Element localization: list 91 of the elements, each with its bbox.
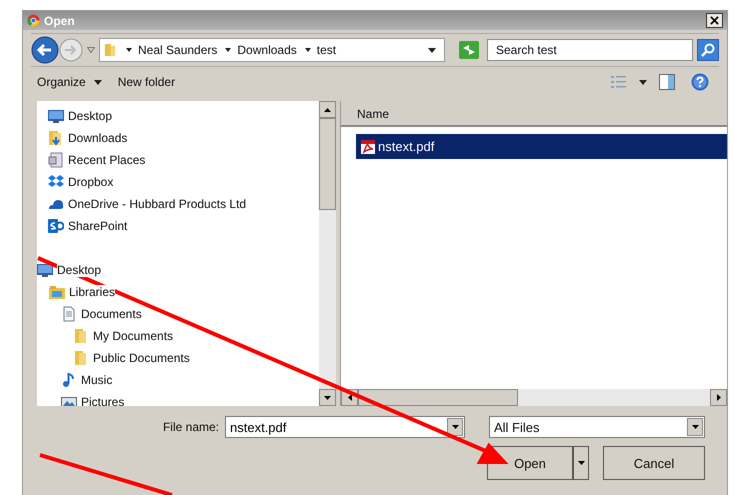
dropdown-button[interactable] <box>687 418 703 436</box>
caret-icon[interactable] <box>126 48 132 52</box>
search-button[interactable] <box>697 39 719 61</box>
nav-label: Pictures <box>81 395 124 406</box>
caret-icon[interactable] <box>304 48 311 52</box>
caret-icon[interactable] <box>639 80 647 84</box>
history-caret-icon[interactable] <box>87 47 95 53</box>
close-button[interactable] <box>706 13 723 28</box>
nav-label: SharePoint <box>68 219 128 233</box>
nav-label: Desktop <box>68 109 112 123</box>
nav-label: Downloads <box>68 131 128 145</box>
sharepoint-icon <box>48 218 64 234</box>
file-name-label: File name: <box>162 420 219 434</box>
close-icon <box>710 16 719 25</box>
caret-icon <box>578 461 584 465</box>
folder-icon <box>73 328 89 344</box>
scroll-down-button[interactable] <box>319 389 336 406</box>
desktop-icon <box>37 262 53 278</box>
refresh-icon <box>459 41 479 59</box>
toolbar-button[interactable]: Organize <box>29 73 110 91</box>
dropdown-caret-icon[interactable] <box>428 48 436 52</box>
scrollbar-thumb[interactable] <box>319 118 336 210</box>
caret-icon <box>452 425 458 429</box>
breadcrumb[interactable]: Downloads <box>237 43 297 57</box>
libraries-icon <box>49 284 65 300</box>
nav-item[interactable]: Desktop <box>37 105 319 127</box>
right-arrow-icon <box>716 394 720 401</box>
nav-item[interactable]: Downloads <box>37 127 319 149</box>
horizontal-scrollbar[interactable] <box>341 389 727 406</box>
scroll-right-button[interactable] <box>710 389 727 406</box>
help-icon[interactable] <box>691 73 709 91</box>
open-button[interactable]: Open <box>487 446 573 480</box>
nav-item[interactable]: SharePoint <box>37 215 319 237</box>
file-row[interactable]: nstext.pdf <box>356 134 727 159</box>
tree-item[interactable]: Libraries <box>37 281 319 303</box>
breadcrumb[interactable]: Neal Saunders <box>138 43 218 57</box>
desktop-icon <box>48 108 64 124</box>
refresh-button[interactable] <box>459 41 479 59</box>
tree-item[interactable]: My Documents <box>37 325 319 347</box>
recent-icon <box>48 152 64 168</box>
file-name-combo-box[interactable]: nstext.pdf <box>225 416 465 438</box>
scrollbar-thumb[interactable] <box>358 389 518 406</box>
pictures-icon <box>61 394 77 406</box>
column-header[interactable]: Name <box>341 101 406 125</box>
vertical-scrollbar[interactable] <box>319 101 336 406</box>
nav-label: Public Documents <box>93 351 190 365</box>
dropdown-button[interactable] <box>447 418 463 436</box>
music-icon <box>61 372 77 388</box>
nav-label: My Documents <box>93 329 174 343</box>
toolbar-button[interactable]: New folder <box>110 73 184 91</box>
file-name-field[interactable]: nstext.pdf <box>226 420 447 434</box>
file-name: nstext.pdf <box>378 139 434 154</box>
folder-icon <box>104 42 116 58</box>
caret-icon <box>692 425 698 429</box>
documents-icon <box>61 306 77 322</box>
up-arrow-icon <box>324 108 331 112</box>
tree-item[interactable]: Desktop <box>37 259 319 281</box>
down-arrow-icon <box>324 396 331 400</box>
tree-item[interactable]: Public Documents <box>37 347 319 369</box>
downloads-icon <box>48 130 64 146</box>
address-bar[interactable]: Neal Saunders Downloads test <box>99 38 445 62</box>
tree-item[interactable]: Documents <box>37 303 319 325</box>
nav-label: Recent Places <box>68 153 146 167</box>
folder-icon <box>73 350 89 366</box>
scroll-up-button[interactable] <box>319 101 336 118</box>
open-menu-button[interactable] <box>573 446 589 480</box>
dropbox-icon <box>48 174 64 190</box>
nav-item[interactable]: Dropbox <box>37 171 319 193</box>
breadcrumb[interactable]: test <box>316 43 336 57</box>
nav-label: Music <box>81 373 112 387</box>
nav-label: Desktop <box>57 263 102 277</box>
preview-pane-icon[interactable] <box>659 74 675 90</box>
app-icon <box>27 14 40 27</box>
nav-label: Dropbox <box>68 175 114 189</box>
window-title: Open <box>44 14 76 28</box>
nav-label: OneDrive - Hubbard Products Ltd <box>68 197 246 211</box>
nav-label: Libraries <box>69 285 116 299</box>
back-button[interactable] <box>31 36 59 64</box>
tree-item[interactable]: Pictures <box>37 391 319 406</box>
caret-icon <box>94 80 102 84</box>
caret-icon[interactable] <box>225 48 232 52</box>
nav-item[interactable]: Recent Places <box>37 149 319 171</box>
nav-item[interactable]: OneDrive - Hubbard Products Ltd <box>37 193 319 215</box>
pdf-file-icon <box>360 138 376 154</box>
file-type-dropdown[interactable]: All Files <box>489 416 705 438</box>
nav-label: Documents <box>81 307 142 321</box>
left-arrow-icon <box>348 394 352 401</box>
tree-item[interactable]: Music <box>37 369 319 391</box>
search-field[interactable]: Search test <box>487 39 693 61</box>
search-icon <box>700 42 716 58</box>
dialog-button[interactable]: Cancel <box>603 446 705 480</box>
